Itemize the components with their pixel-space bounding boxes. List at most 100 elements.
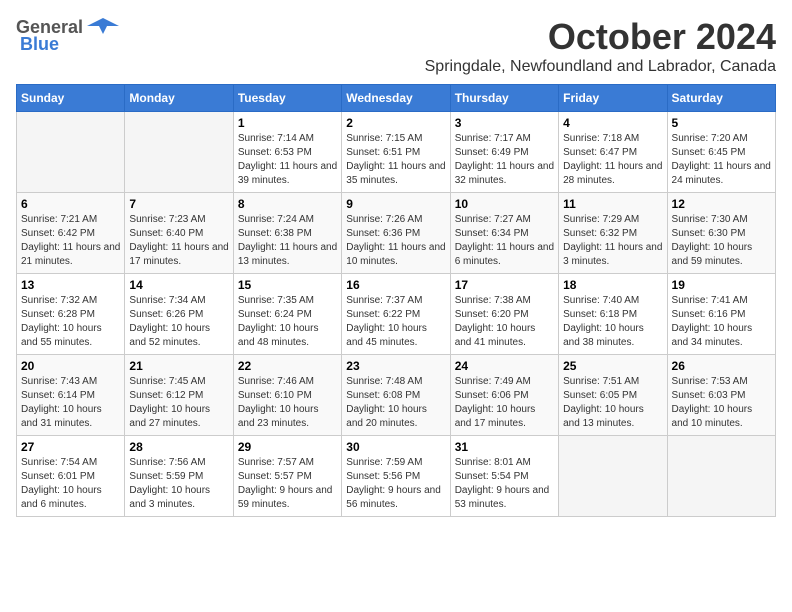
- day-number: 24: [455, 359, 554, 373]
- header: General Blue October 2024 Springdale, Ne…: [16, 16, 776, 76]
- day-number: 10: [455, 197, 554, 211]
- day-number: 23: [346, 359, 445, 373]
- day-number: 22: [238, 359, 337, 373]
- calendar-cell: 31 Sunrise: 8:01 AMSunset: 5:54 PMDayligh…: [450, 436, 558, 517]
- day-info: Sunrise: 7:35 AMSunset: 6:24 PMDaylight:…: [238, 294, 337, 350]
- calendar-cell: 3Sunrise: 7:17 AMSunset: 6:49 PMDaylight…: [450, 112, 558, 193]
- day-info: Sunrise: 7:45 AMSunset: 6:12 PMDaylight:…: [129, 375, 228, 431]
- day-number: 2: [346, 116, 445, 130]
- day-number: 18: [563, 278, 662, 292]
- day-header-saturday: Saturday: [667, 85, 775, 112]
- day-info: Sunrise: 7:38 AMSunset: 6:20 PMDaylight:…: [455, 294, 554, 350]
- day-number: 21: [129, 359, 228, 373]
- day-info: Sunrise: 7:27 AMSunset: 6:34 PMDaylight:…: [455, 213, 554, 269]
- calendar-cell: 9 Sunrise: 7:26 AMSunset: 6:36 PMDaylight…: [342, 193, 450, 274]
- calendar-cell: 18 Sunrise: 7:40 AMSunset: 6:18 PMDayligh…: [559, 274, 667, 355]
- day-info: Sunrise: 7:14 AMSunset: 6:53 PMDaylight:…: [238, 132, 337, 188]
- day-info: Sunrise: 7:43 AMSunset: 6:14 PMDaylight:…: [21, 375, 120, 431]
- calendar-cell: 30Sunrise: 7:59 AMSunset: 5:56 PMDayligh…: [342, 436, 450, 517]
- day-info: Sunrise: 7:37 AMSunset: 6:22 PMDaylight:…: [346, 294, 445, 350]
- day-header-sunday: Sunday: [17, 85, 125, 112]
- day-info: Sunrise: 7:56 AMSunset: 5:59 PMDaylight:…: [129, 456, 228, 512]
- day-number: 31: [455, 440, 554, 454]
- day-number: 20: [21, 359, 120, 373]
- week-row-4: 20 Sunrise: 7:43 AMSunset: 6:14 PMDayligh…: [17, 355, 776, 436]
- day-header-tuesday: Tuesday: [233, 85, 341, 112]
- day-number: 12: [672, 197, 771, 211]
- calendar-cell: 4 Sunrise: 7:18 AMSunset: 6:47 PMDaylight…: [559, 112, 667, 193]
- calendar-cell: 7 Sunrise: 7:23 AMSunset: 6:40 PMDaylight…: [125, 193, 233, 274]
- day-info: Sunrise: 7:51 AMSunset: 6:05 PMDaylight:…: [563, 375, 662, 431]
- day-info: Sunrise: 7:26 AMSunset: 6:36 PMDaylight:…: [346, 213, 445, 269]
- day-info: Sunrise: 7:23 AMSunset: 6:40 PMDaylight:…: [129, 213, 228, 269]
- calendar-cell: 12 Sunrise: 7:30 AMSunset: 6:30 PMDayligh…: [667, 193, 775, 274]
- day-info: Sunrise: 7:34 AMSunset: 6:26 PMDaylight:…: [129, 294, 228, 350]
- day-info: Sunrise: 8:01 AMSunset: 5:54 PMDaylight:…: [455, 456, 554, 512]
- day-number: 16: [346, 278, 445, 292]
- day-number: 7: [129, 197, 228, 211]
- calendar-cell: 23 Sunrise: 7:48 AMSunset: 6:08 PMDayligh…: [342, 355, 450, 436]
- day-number: 4: [563, 116, 662, 130]
- day-info: Sunrise: 7:32 AMSunset: 6:28 PMDaylight:…: [21, 294, 120, 350]
- calendar-cell: 16 Sunrise: 7:37 AMSunset: 6:22 PMDayligh…: [342, 274, 450, 355]
- week-row-1: 1 Sunrise: 7:14 AMSunset: 6:53 PMDaylight…: [17, 112, 776, 193]
- calendar-cell: [17, 112, 125, 193]
- week-row-5: 27 Sunrise: 7:54 AMSunset: 6:01 PMDayligh…: [17, 436, 776, 517]
- calendar-cell: 26 Sunrise: 7:53 AMSunset: 6:03 PMDayligh…: [667, 355, 775, 436]
- day-info: Sunrise: 7:40 AMSunset: 6:18 PMDaylight:…: [563, 294, 662, 350]
- day-info: Sunrise: 7:54 AMSunset: 6:01 PMDaylight:…: [21, 456, 120, 512]
- calendar-cell: 17Sunrise: 7:38 AMSunset: 6:20 PMDayligh…: [450, 274, 558, 355]
- day-info: Sunrise: 7:21 AMSunset: 6:42 PMDaylight:…: [21, 213, 120, 269]
- calendar-cell: 28 Sunrise: 7:56 AMSunset: 5:59 PMDayligh…: [125, 436, 233, 517]
- calendar-cell: 25Sunrise: 7:51 AMSunset: 6:05 PMDayligh…: [559, 355, 667, 436]
- calendar-cell: 2 Sunrise: 7:15 AMSunset: 6:51 PMDaylight…: [342, 112, 450, 193]
- calendar-cell: 11 Sunrise: 7:29 AMSunset: 6:32 PMDayligh…: [559, 193, 667, 274]
- day-number: 15: [238, 278, 337, 292]
- day-number: 11: [563, 197, 662, 211]
- calendar-cell: 10 Sunrise: 7:27 AMSunset: 6:34 PMDayligh…: [450, 193, 558, 274]
- calendar-cell: 24 Sunrise: 7:49 AMSunset: 6:06 PMDayligh…: [450, 355, 558, 436]
- day-header-monday: Monday: [125, 85, 233, 112]
- week-row-3: 13 Sunrise: 7:32 AMSunset: 6:28 PMDayligh…: [17, 274, 776, 355]
- day-number: 27: [21, 440, 120, 454]
- day-number: 28: [129, 440, 228, 454]
- calendar-cell: [667, 436, 775, 517]
- calendar-cell: 27 Sunrise: 7:54 AMSunset: 6:01 PMDayligh…: [17, 436, 125, 517]
- day-info: Sunrise: 7:57 AMSunset: 5:57 PMDaylight:…: [238, 456, 337, 512]
- calendar-cell: 14Sunrise: 7:34 AMSunset: 6:26 PMDayligh…: [125, 274, 233, 355]
- day-info: Sunrise: 7:30 AMSunset: 6:30 PMDaylight:…: [672, 213, 771, 269]
- day-info: Sunrise: 7:49 AMSunset: 6:06 PMDaylight:…: [455, 375, 554, 431]
- week-row-2: 6Sunrise: 7:21 AMSunset: 6:42 PMDaylight…: [17, 193, 776, 274]
- day-number: 1: [238, 116, 337, 130]
- day-number: 13: [21, 278, 120, 292]
- calendar-cell: 15 Sunrise: 7:35 AMSunset: 6:24 PMDayligh…: [233, 274, 341, 355]
- month-title: October 2024: [425, 16, 776, 58]
- day-info: Sunrise: 7:41 AMSunset: 6:16 PMDaylight:…: [672, 294, 771, 350]
- calendar-table: SundayMondayTuesdayWednesdayThursdayFrid…: [16, 84, 776, 517]
- day-info: Sunrise: 7:17 AMSunset: 6:49 PMDaylight:…: [455, 132, 554, 188]
- day-info: Sunrise: 7:53 AMSunset: 6:03 PMDaylight:…: [672, 375, 771, 431]
- day-number: 9: [346, 197, 445, 211]
- calendar-cell: 8Sunrise: 7:24 AMSunset: 6:38 PMDaylight…: [233, 193, 341, 274]
- day-header-wednesday: Wednesday: [342, 85, 450, 112]
- day-info: Sunrise: 7:48 AMSunset: 6:08 PMDaylight:…: [346, 375, 445, 431]
- day-number: 19: [672, 278, 771, 292]
- day-number: 29: [238, 440, 337, 454]
- day-number: 26: [672, 359, 771, 373]
- logo-blue: Blue: [20, 34, 59, 55]
- calendar-cell: 5 Sunrise: 7:20 AMSunset: 6:45 PMDaylight…: [667, 112, 775, 193]
- location-subtitle: Springdale, Newfoundland and Labrador, C…: [425, 58, 776, 76]
- calendar-cell: [125, 112, 233, 193]
- title-section: October 2024 Springdale, Newfoundland an…: [425, 16, 776, 76]
- day-info: Sunrise: 7:20 AMSunset: 6:45 PMDaylight:…: [672, 132, 771, 188]
- day-number: 5: [672, 116, 771, 130]
- calendar-cell: 13 Sunrise: 7:32 AMSunset: 6:28 PMDayligh…: [17, 274, 125, 355]
- calendar-cell: 6Sunrise: 7:21 AMSunset: 6:42 PMDaylight…: [17, 193, 125, 274]
- days-header-row: SundayMondayTuesdayWednesdayThursdayFrid…: [17, 85, 776, 112]
- day-info: Sunrise: 7:18 AMSunset: 6:47 PMDaylight:…: [563, 132, 662, 188]
- calendar-cell: 19 Sunrise: 7:41 AMSunset: 6:16 PMDayligh…: [667, 274, 775, 355]
- day-info: Sunrise: 7:24 AMSunset: 6:38 PMDaylight:…: [238, 213, 337, 269]
- day-info: Sunrise: 7:29 AMSunset: 6:32 PMDaylight:…: [563, 213, 662, 269]
- calendar-cell: 22Sunrise: 7:46 AMSunset: 6:10 PMDayligh…: [233, 355, 341, 436]
- day-info: Sunrise: 7:15 AMSunset: 6:51 PMDaylight:…: [346, 132, 445, 188]
